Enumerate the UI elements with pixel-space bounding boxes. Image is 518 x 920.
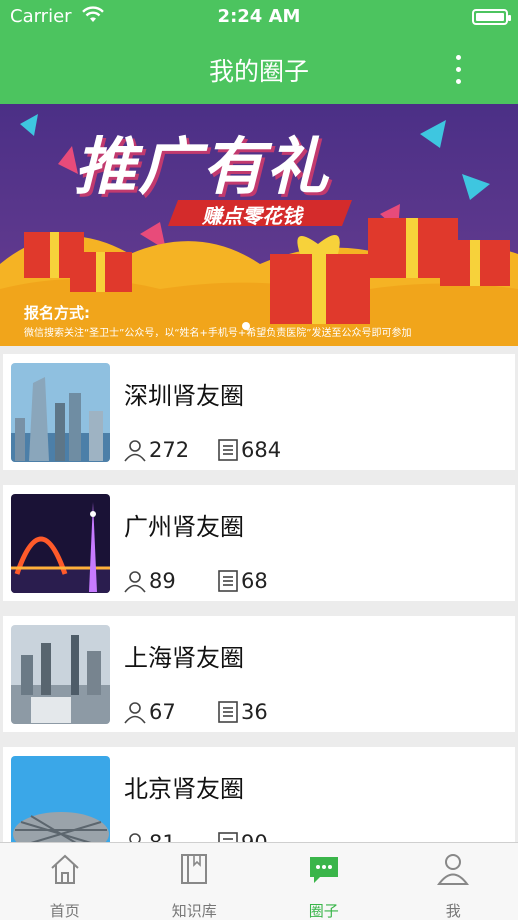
banner-howto-title: 报名方式: [24, 304, 90, 322]
member-count: 272 [123, 438, 189, 462]
carousel-indicator[interactable] [242, 322, 250, 330]
promo-banner[interactable]: 推广有礼 赚点零花钱 报名方式: 微信搜索关注“圣卫士”公众号，以“姓名+手机号… [0, 104, 518, 346]
banner-howto-text: 微信搜索关注“圣卫士”公众号，以“姓名+手机号+希望负责医院”发送至公众号即可参… [24, 328, 412, 339]
tab-label: 圈子 [308, 902, 339, 920]
banner-subline: 赚点零花钱 [202, 204, 302, 228]
status-bar: Carrier 2:24 AM [0, 0, 518, 34]
circle-thumbnail [11, 494, 110, 593]
circle-item-guangzhou[interactable]: 广州肾友圈 89 68 [3, 485, 515, 601]
circle-name: 上海肾友圈 [124, 644, 244, 672]
tab-label: 首页 [49, 902, 80, 920]
tab-label: 我 [445, 902, 461, 920]
document-icon [218, 439, 238, 461]
circle-thumbnail [11, 625, 110, 724]
tab-circles[interactable]: 圈子 [259, 843, 389, 920]
tab-bar: 首页 知识库 圈子 我 [0, 842, 518, 920]
member-count: 89 [123, 569, 176, 593]
circle-item-shanghai[interactable]: 上海肾友圈 67 36 [3, 616, 515, 732]
post-count: 36 [217, 700, 268, 724]
member-count: 67 [123, 700, 176, 724]
tab-home[interactable]: 首页 [0, 843, 130, 920]
circle-name: 深圳肾友圈 [124, 382, 244, 410]
user-icon [124, 571, 146, 593]
home-icon [51, 854, 79, 884]
tab-me[interactable]: 我 [389, 843, 518, 920]
battery-icon [472, 9, 511, 25]
chat-bubble-icon [309, 857, 338, 883]
circle-item-shenzhen[interactable]: 深圳肾友圈 272 684 [3, 354, 515, 470]
tab-label: 知识库 [171, 902, 217, 920]
circle-thumbnail [11, 756, 110, 855]
page-title: 我的圈子 [208, 57, 309, 86]
banner-headline: 推广有礼 [74, 130, 331, 203]
tab-knowledge[interactable]: 知识库 [130, 843, 260, 920]
more-vertical-icon[interactable] [446, 52, 470, 86]
book-icon [181, 854, 208, 884]
document-icon [218, 570, 238, 592]
circle-thumbnail [11, 363, 110, 462]
nav-bar: 我的圈子 [0, 34, 518, 104]
post-count: 684 [217, 438, 281, 462]
user-icon [124, 440, 146, 462]
circle-name: 北京肾友圈 [124, 775, 244, 803]
user-icon [124, 702, 146, 724]
circle-name: 广州肾友圈 [124, 513, 244, 541]
user-icon [437, 854, 470, 885]
post-count: 68 [217, 569, 268, 593]
document-icon [218, 701, 238, 723]
status-time: 2:24 AM [217, 6, 301, 27]
